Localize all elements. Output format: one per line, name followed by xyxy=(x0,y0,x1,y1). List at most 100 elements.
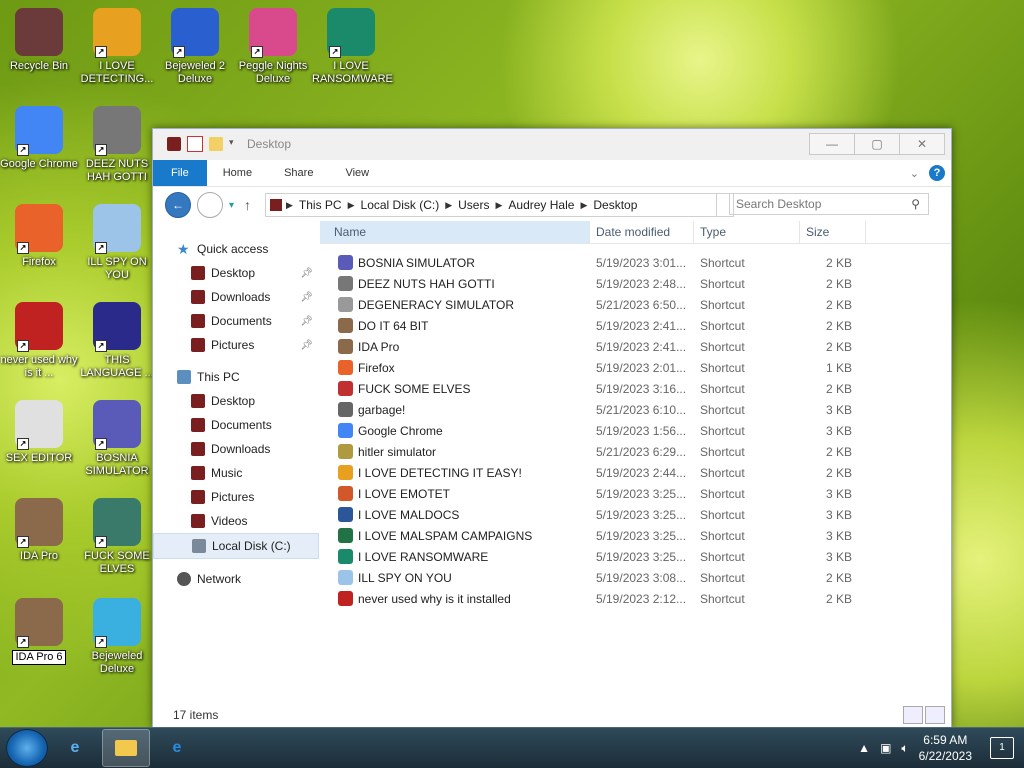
recent-locations-icon[interactable]: ▾ xyxy=(229,200,234,211)
desktop-icon[interactable]: ↗ FUCK SOME ELVES xyxy=(78,498,156,576)
desktop-icon-label[interactable]: IDA Pro 6 xyxy=(12,650,66,665)
table-row[interactable]: garbage! 5/21/2023 6:10... Shortcut 3 KB xyxy=(320,399,951,420)
table-row[interactable]: never used why is it installed 5/19/2023 … xyxy=(320,588,951,609)
table-row[interactable]: I LOVE MALSPAM CAMPAIGNS 5/19/2023 3:25..… xyxy=(320,525,951,546)
desktop-icon[interactable]: ↗ ILL SPY ON YOU xyxy=(78,204,156,282)
desktop-icon[interactable]: ↗ THIS LANGUAGE ... xyxy=(78,302,156,380)
desktop-icon-label: IDA Pro xyxy=(20,550,58,562)
breadcrumb-desktop[interactable]: Desktop xyxy=(587,198,643,212)
nav-item[interactable]: Desktop xyxy=(153,389,319,413)
maximize-button[interactable]: ▢ xyxy=(854,133,900,155)
desktop-icon[interactable]: ↗ DEEZ NUTS HAH GOTTI xyxy=(78,106,156,184)
nav-item[interactable]: Desktop 📌︎ xyxy=(153,261,319,285)
chevron-down-icon[interactable]: ▾ xyxy=(229,137,237,151)
file-size: 3 KB xyxy=(825,549,852,564)
table-row[interactable]: I LOVE RANSOMWARE 5/19/2023 3:25... Shortc… xyxy=(320,546,951,567)
breadcrumb-users[interactable]: Users xyxy=(452,198,495,212)
nav-item[interactable]: Music xyxy=(153,461,319,485)
nav-item[interactable]: Pictures xyxy=(153,485,319,509)
pin-icon: 📌︎ xyxy=(300,291,313,303)
nav-item[interactable]: Downloads 📌︎ xyxy=(153,285,319,309)
desktop-icon[interactable]: ↗ Bejeweled 2 Deluxe xyxy=(156,8,234,86)
desktop-icon[interactable]: ↗ Peggle Nights Deluxe xyxy=(234,8,312,86)
internet-explorer-icon[interactable]: e xyxy=(52,730,98,766)
nav-item[interactable]: Videos xyxy=(153,509,319,533)
file-size: 3 KB xyxy=(825,423,852,438)
large-icons-view-button[interactable] xyxy=(925,706,945,724)
nav-this-pc[interactable]: This PC xyxy=(153,365,319,389)
start-button[interactable] xyxy=(6,729,48,767)
shortcut-arrow-icon: ↗ xyxy=(17,636,29,648)
column-size[interactable]: Size xyxy=(800,221,866,243)
nav-item[interactable]: Documents xyxy=(153,413,319,437)
help-icon[interactable]: ? xyxy=(929,165,945,181)
desktop-icon[interactable]: ↗ IDA Pro 6 xyxy=(0,598,78,665)
star-icon: ★ xyxy=(177,241,190,257)
edge-icon[interactable]: e xyxy=(154,730,200,766)
column-name[interactable]: Name xyxy=(320,221,590,243)
close-button[interactable]: ✕ xyxy=(899,133,945,155)
breadcrumb-local-disk[interactable]: Local Disk (C:) xyxy=(355,198,446,212)
details-view-button[interactable] xyxy=(903,706,923,724)
table-row[interactable]: Firefox 5/19/2023 2:01... Shortcut 1 KB xyxy=(320,357,951,378)
nav-item[interactable]: Local Disk (C:) xyxy=(153,533,319,559)
table-row[interactable]: FUCK SOME ELVES 5/19/2023 3:16... Shortcut… xyxy=(320,378,951,399)
properties-icon[interactable] xyxy=(187,136,203,152)
table-row[interactable]: BOSNIA SIMULATOR 5/19/2023 3:01... Shortcu… xyxy=(320,252,951,273)
nav-quick-access[interactable]: ★ Quick access xyxy=(153,237,319,261)
forward-button[interactable] xyxy=(197,192,223,218)
breadcrumb-this-pc[interactable]: This PC xyxy=(293,198,348,212)
desktop-icon[interactable]: ↗ Bejeweled Deluxe xyxy=(78,598,156,676)
table-row[interactable]: ILL SPY ON YOU 5/19/2023 3:08... Shortcut 2… xyxy=(320,567,951,588)
new-folder-icon[interactable] xyxy=(209,137,223,151)
search-icon[interactable]: ⚲ xyxy=(911,197,920,211)
window-title: Desktop xyxy=(247,137,292,151)
volume-icon[interactable]: 🔈︎ xyxy=(901,741,908,756)
tab-view[interactable]: View xyxy=(329,160,385,186)
desktop-icon[interactable]: ↗ IDA Pro xyxy=(0,498,78,563)
desktop-icon[interactable]: ↗ I LOVE RANSOMWARE xyxy=(312,8,393,86)
table-row[interactable]: I LOVE MALDOCS 5/19/2023 3:25... Shortcut 3… xyxy=(320,504,951,525)
file-type: Shortcut xyxy=(700,276,745,291)
desktop-icon[interactable]: ↗ I LOVE DETECTING... xyxy=(78,8,156,86)
file-date: 5/19/2023 3:16... xyxy=(596,381,687,396)
table-row[interactable]: DO IT 64 BIT 5/19/2023 2:41... Shortcut 2 K… xyxy=(320,315,951,336)
clock[interactable]: 6:59 AM 6/22/2023 xyxy=(919,732,972,764)
expand-ribbon-icon[interactable]: ⌄ xyxy=(910,167,919,180)
table-row[interactable]: DEEZ NUTS HAH GOTTI 5/19/2023 2:48... Shor… xyxy=(320,273,951,294)
notifications-icon[interactable]: 1 xyxy=(990,737,1014,759)
desktop-icon[interactable]: ↗ Firefox xyxy=(0,204,78,269)
table-row[interactable]: I LOVE DETECTING IT EASY! 5/19/2023 2:44.… xyxy=(320,462,951,483)
search-input[interactable]: Search Desktop ⚲ xyxy=(729,193,929,215)
desktop-icon[interactable]: ↗ BOSNIA SIMULATOR xyxy=(78,400,156,478)
desktop-icon[interactable]: ↗ SEX EDITOR xyxy=(0,400,78,465)
table-row[interactable]: I LOVE EMOTET 5/19/2023 3:25... Shortcut 3 … xyxy=(320,483,951,504)
table-row[interactable]: DEGENERACY SIMULATOR 5/21/2023 6:50... Sho… xyxy=(320,294,951,315)
tab-share[interactable]: Share xyxy=(268,160,329,186)
desktop-icon[interactable]: ↗ never used why is it ... xyxy=(0,302,78,380)
up-button[interactable]: ↑ xyxy=(244,197,251,213)
shortcut-arrow-icon: ↗ xyxy=(251,46,263,58)
minimize-button[interactable]: — xyxy=(809,133,855,155)
address-bar[interactable]: ▶ This PC ▶ Local Disk (C:) ▶ Users ▶ Au… xyxy=(265,193,734,217)
table-row[interactable]: Google Chrome 5/19/2023 1:56... Shortcut 3 … xyxy=(320,420,951,441)
desktop-icon[interactable]: ↗ Google Chrome xyxy=(0,106,78,171)
breadcrumb-user[interactable]: Audrey Hale xyxy=(502,198,580,212)
table-row[interactable]: IDA Pro 5/19/2023 2:41... Shortcut 2 KB xyxy=(320,336,951,357)
table-row[interactable]: hitler simulator 5/21/2023 6:29... Shortcu… xyxy=(320,441,951,462)
show-hidden-icons-icon[interactable]: ▲ xyxy=(858,741,870,755)
tab-home[interactable]: Home xyxy=(207,160,268,186)
nav-item[interactable]: Documents 📌︎ xyxy=(153,309,319,333)
nav-item[interactable]: Downloads xyxy=(153,437,319,461)
column-date-modified[interactable]: Date modified xyxy=(590,221,694,243)
desktop-icon[interactable]: Recycle Bin xyxy=(0,8,78,73)
nav-network[interactable]: Network xyxy=(153,567,319,591)
window-controls: — ▢ ✕ xyxy=(809,133,945,155)
nav-label: Network xyxy=(197,572,242,586)
tab-file[interactable]: File xyxy=(153,160,207,186)
nav-item[interactable]: Pictures 📌︎ xyxy=(153,333,319,357)
column-type[interactable]: Type xyxy=(694,221,800,243)
back-button[interactable]: ← xyxy=(165,192,191,218)
file-explorer-icon[interactable] xyxy=(102,729,150,767)
network-tray-icon[interactable]: ▣ xyxy=(880,741,891,755)
